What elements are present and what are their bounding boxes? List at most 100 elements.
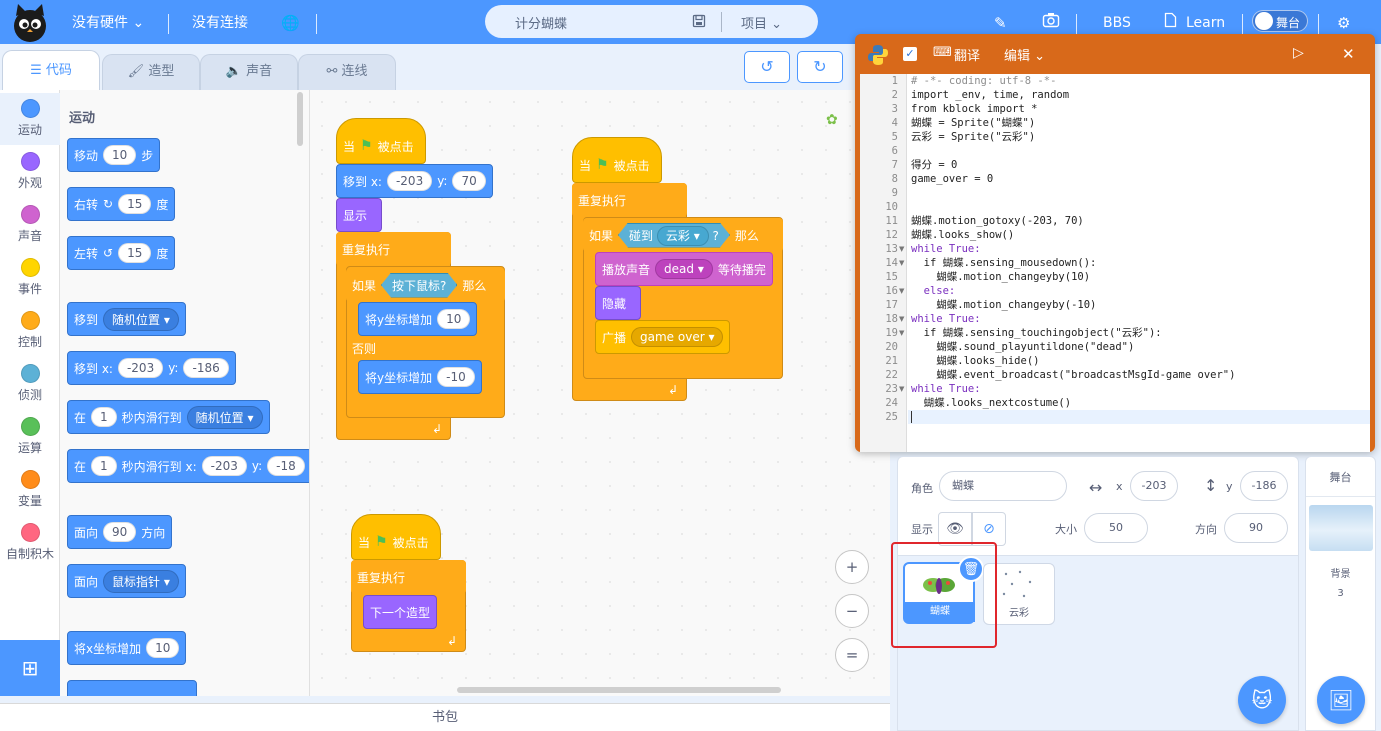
add-extension-button[interactable]: ⊞ — [0, 640, 60, 696]
degrees-input[interactable]: 15 — [118, 243, 152, 263]
block-broadcast[interactable]: 广播 game over ▾ — [595, 320, 731, 354]
edit-menu[interactable]: 编辑 ⌄ — [1004, 45, 1045, 64]
block-when-flag-clicked[interactable]: 当 ⚑ 被点击 — [572, 137, 662, 183]
sound-dropdown[interactable]: dead ▾ — [655, 259, 713, 279]
sprite-size-input[interactable]: 50 — [1084, 513, 1148, 543]
code-editor[interactable]: 1 2 3 4 5 6 7 8 9 10 11 12 13 14 15 16 1… — [860, 74, 1370, 452]
connection-menu[interactable]: 没有连接 — [192, 0, 248, 44]
block-when-flag-clicked[interactable]: 当 ⚑ 被点击 — [336, 118, 426, 164]
hide-sprite-button[interactable]: ⊘ — [972, 512, 1006, 546]
zoom-reset-button[interactable]: = — [835, 638, 869, 672]
fold-arrow-icon[interactable]: ▼ — [899, 284, 904, 298]
block-forever[interactable]: 重复执行 — [336, 232, 451, 266]
seconds-input[interactable]: 1 — [91, 407, 117, 427]
target-dropdown[interactable]: 随机位置 ▾ — [103, 307, 179, 331]
translate-button[interactable]: 翻译 — [954, 45, 980, 64]
block-turn-left[interactable]: 左转 ↺ 15 度 — [67, 236, 176, 270]
y-input[interactable]: -18 — [267, 456, 305, 476]
block-goto-xy[interactable]: 移到 x: -203 y: -186 — [67, 351, 236, 385]
block-change-x[interactable]: 将x坐标增加 10 — [67, 631, 187, 665]
category-variables[interactable]: 变量 — [0, 464, 60, 516]
block-point-direction[interactable]: 面向 90 方向 — [67, 515, 173, 549]
toward-dropdown[interactable]: 鼠标指针 ▾ — [103, 569, 179, 593]
camera-icon[interactable] — [1042, 12, 1060, 28]
block-play-sound-until-done[interactable]: 播放声音 dead ▾ 等待播完 — [595, 252, 773, 286]
block-partial[interactable] — [67, 680, 197, 696]
block-forever[interactable]: 重复执行 — [351, 560, 466, 594]
block-when-flag-clicked[interactable]: 当 ⚑ 被点击 — [351, 514, 441, 560]
y-change-input[interactable]: 10 — [437, 309, 471, 329]
redo-button[interactable]: ↻ — [797, 51, 843, 83]
app-logo-icon[interactable] — [8, 2, 52, 44]
backpack-bar[interactable]: 书包 — [0, 703, 890, 731]
block-if[interactable]: 如果 碰到 云彩 ▾ ? 那么 — [583, 218, 783, 252]
block-hide[interactable]: 隐藏 — [595, 286, 641, 320]
steps-input[interactable]: 10 — [103, 145, 137, 165]
stage-backdrop-thumbnail[interactable] — [1309, 505, 1373, 551]
block-glide-xy[interactable]: 在 1 秒内滑行到 x: -203 y: -18 — [67, 449, 309, 483]
fold-arrow-icon[interactable]: ▼ — [899, 312, 904, 326]
block-forever[interactable]: 重复执行 — [572, 183, 687, 217]
project-name-input[interactable]: 计分蝴蝶 — [515, 13, 567, 32]
touch-target-dropdown[interactable]: 云彩 ▾ — [657, 226, 709, 246]
run-icon[interactable]: ▷ — [1293, 45, 1304, 61]
show-sprite-button[interactable]: 👁 — [938, 512, 972, 546]
workspace-scrollbar[interactable] — [457, 687, 781, 693]
close-icon[interactable]: ✕ — [1342, 45, 1355, 63]
fold-arrow-icon[interactable]: ▼ — [899, 242, 904, 256]
mouse-down-condition[interactable]: 按下鼠标? — [381, 273, 457, 298]
python-sync-checkbox[interactable]: ✓ — [903, 47, 917, 61]
sprite-y-input[interactable]: -186 — [1240, 471, 1288, 501]
category-events[interactable]: 事件 — [0, 252, 60, 304]
direction-input[interactable]: 90 — [103, 522, 137, 542]
y-input[interactable]: -186 — [183, 358, 229, 378]
tab-wiring[interactable]: ⚯ 连线 — [298, 54, 396, 90]
add-sprite-button[interactable]: 🐱 — [1238, 676, 1286, 724]
block-show[interactable]: 显示 — [336, 198, 382, 232]
hardware-menu[interactable]: 没有硬件 ⌄ — [72, 0, 144, 44]
tab-sounds[interactable]: 🔈 声音 — [200, 54, 298, 90]
block-turn-right[interactable]: 右转 ↻ 15 度 — [67, 187, 176, 221]
stage-mode-toggle[interactable]: 舞台 — [1252, 10, 1308, 32]
target-dropdown[interactable]: 随机位置 ▾ — [186, 405, 263, 429]
block-goto-xy[interactable]: 移到 x: -203 y: 70 — [336, 164, 493, 198]
block-next-costume[interactable]: 下一个造型 — [363, 595, 438, 629]
category-looks[interactable]: 外观 — [0, 146, 60, 198]
fold-arrow-icon[interactable]: ▼ — [899, 326, 904, 340]
sprite-x-input[interactable]: -203 — [1130, 471, 1178, 501]
save-icon[interactable] — [692, 14, 706, 28]
degrees-input[interactable]: 15 — [118, 194, 152, 214]
tab-costumes[interactable]: 🖌 造型 — [102, 54, 200, 90]
y-input[interactable]: 70 — [452, 171, 486, 191]
category-control[interactable]: 控制 — [0, 305, 60, 357]
category-operators[interactable]: 运算 — [0, 411, 60, 463]
block-point-toward[interactable]: 面向 鼠标指针 ▾ — [67, 564, 186, 598]
palette-scrollbar[interactable] — [297, 92, 303, 146]
tab-code[interactable]: ☰ 代码 — [2, 50, 100, 90]
x-input[interactable]: -203 — [117, 358, 164, 378]
fold-arrow-icon[interactable]: ▼ — [899, 256, 904, 270]
python-window-header[interactable]: ✓ ⌨ 翻译 编辑 ⌄ ▷ ✕ — [855, 34, 1375, 74]
sprite-direction-input[interactable]: 90 — [1224, 513, 1288, 543]
block-if-else[interactable]: 如果 按下鼠标? 那么 — [346, 268, 505, 302]
message-dropdown[interactable]: game over ▾ — [631, 327, 724, 347]
undo-button[interactable]: ↺ — [744, 51, 790, 83]
category-my-blocks[interactable]: 自制积木 — [0, 517, 60, 569]
block-move-steps[interactable]: 移动 10 步 — [67, 138, 161, 172]
block-change-y[interactable]: 将y坐标增加 -10 — [358, 360, 482, 394]
fold-arrow-icon[interactable]: ▼ — [899, 382, 904, 396]
category-sensing[interactable]: 侦测 — [0, 358, 60, 410]
category-motion[interactable]: 运动 — [0, 93, 60, 145]
globe-icon[interactable]: 🌐 — [281, 0, 300, 44]
zoom-out-button[interactable]: − — [835, 594, 869, 628]
y-change-input[interactable]: -10 — [437, 367, 475, 387]
block-goto-random[interactable]: 移到 随机位置 ▾ — [67, 302, 186, 336]
x-input[interactable]: -203 — [201, 456, 247, 476]
touching-condition[interactable]: 碰到 云彩 ▾ ? — [618, 223, 730, 248]
sprite-name-input[interactable]: 蝴蝶 — [939, 471, 1067, 501]
x-change-input[interactable]: 10 — [146, 638, 180, 658]
zoom-in-button[interactable]: + — [835, 550, 869, 584]
category-sound[interactable]: 声音 — [0, 199, 60, 251]
block-glide-random[interactable]: 在 1 秒内滑行到 随机位置 ▾ — [67, 400, 270, 434]
x-input[interactable]: -203 — [386, 171, 433, 191]
